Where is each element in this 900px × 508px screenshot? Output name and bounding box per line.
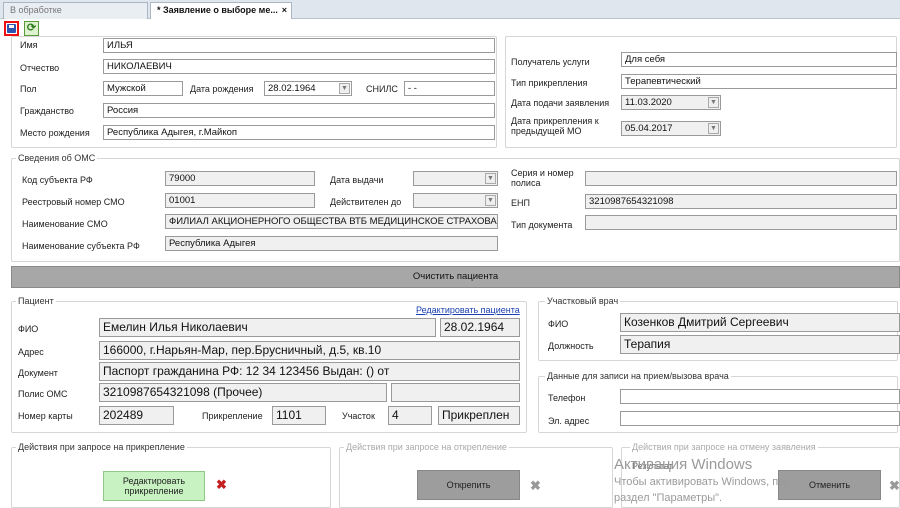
activation-watermark-line3: раздел "Параметры". <box>614 492 723 504</box>
delete-icon[interactable]: ✖ <box>216 477 227 493</box>
patronymic-label: Отчество <box>20 63 60 73</box>
email-field[interactable] <box>620 411 900 426</box>
recipient-label: Получатель услуги <box>511 57 590 67</box>
registry-label: Реестровый номер СМО <box>22 197 125 207</box>
sex-label: Пол <box>20 84 37 94</box>
attach-label: Прикрепление <box>202 411 263 421</box>
area-field[interactable]: 4 <box>388 406 432 425</box>
snils-label: СНИЛС <box>366 84 398 94</box>
patient-fio-label: ФИО <box>18 324 39 334</box>
refresh-icon[interactable]: ⟳ <box>24 21 39 36</box>
edit-attach-label: Редактировать прикрепление <box>122 476 186 496</box>
enp-label: ЕНП <box>511 198 530 208</box>
valid-until-label: Действителен до <box>330 197 402 207</box>
oms-legend: Сведения об ОМС <box>16 153 98 163</box>
address-label: Адрес <box>18 347 44 357</box>
phone-label: Телефон <box>548 393 586 403</box>
calendar-dropdown-icon[interactable]: ▼ <box>708 123 719 134</box>
subject-code-field[interactable]: 79000 <box>165 171 315 186</box>
calendar-dropdown-icon[interactable]: ▼ <box>708 97 719 108</box>
tab-application-label: * Заявление о выборе ме... <box>157 5 278 15</box>
address-field[interactable]: 166000, г.Нарьян-Мар, пер.Брусничный, д.… <box>99 341 520 360</box>
registry-field[interactable]: 01001 <box>165 193 315 208</box>
subject-name-label: Наименование субъекта РФ <box>22 241 140 251</box>
appointment-legend: Данные для записи на прием/вызова врача <box>545 371 731 381</box>
patronymic-field[interactable]: НИКОЛАЕВИЧ <box>103 59 495 74</box>
doctor-fio-field[interactable]: Козенков Дмитрий Сергеевич <box>620 313 900 332</box>
delete-icon[interactable]: ✖ <box>530 478 541 494</box>
sex-select[interactable]: Мужской <box>103 81 183 96</box>
close-icon[interactable]: × <box>282 3 287 18</box>
apply-date-label: Дата подачи заявления <box>511 98 610 108</box>
doc-type-label: Тип документа <box>511 220 573 230</box>
patient-fio-field[interactable]: Емелин Илья Николаевич <box>99 318 436 337</box>
issue-date-label: Дата выдачи <box>330 175 384 185</box>
attach-type-field[interactable]: Терапевтический <box>621 74 897 89</box>
smo-name-label: Наименование СМО <box>22 219 108 229</box>
attach-type-label: Тип прикрепления <box>511 78 588 88</box>
citizenship-label: Гражданство <box>20 106 74 116</box>
prev-mo-date-field[interactable]: 05.04.2017 <box>621 121 721 136</box>
policy-series-label: Серия и номер полиса <box>511 168 574 188</box>
prev-mo-label: Дата прикрепления к предыдущей МО <box>511 116 599 136</box>
citizenship-field[interactable]: Россия <box>103 103 495 118</box>
name-label: Имя <box>20 40 38 50</box>
cancel-application-button[interactable]: Отменить <box>778 470 881 500</box>
activation-watermark-title: Активация Windows <box>614 456 753 473</box>
birthplace-label: Место рождения <box>20 128 90 138</box>
attach-status-field[interactable]: Прикреплен <box>438 406 520 425</box>
phone-field[interactable] <box>620 389 900 404</box>
enp-field[interactable]: 3210987654321098 <box>585 194 897 209</box>
snils-field[interactable]: - - <box>404 81 495 96</box>
subject-name-field[interactable]: Республика Адыгея <box>165 236 498 251</box>
activation-watermark-line2: Чтобы активировать Windows, перейдите в <box>614 476 790 488</box>
attach-field[interactable]: 1101 <box>272 406 326 425</box>
doctor-position-field[interactable]: Терапия <box>620 335 900 354</box>
card-field[interactable]: 202489 <box>99 406 174 425</box>
cancel-actions-legend: Действия при запросе на отмену заявления <box>630 442 818 452</box>
doctor-legend: Участковый врач <box>545 296 621 306</box>
edit-attach-button[interactable]: Редактировать прикрепление <box>103 471 205 501</box>
detach-actions-legend: Действия при запросе на открепление <box>344 442 509 452</box>
document-field[interactable]: Паспорт гражданина РФ: 12 34 123456 Выда… <box>99 362 520 381</box>
policy-field[interactable]: 3210987654321098 (Прочее) <box>99 383 387 402</box>
policy-series-field[interactable] <box>585 171 897 186</box>
attach-actions-legend: Действия при запросе на прикрепление <box>16 442 187 452</box>
recipient-field[interactable]: Для себя <box>621 52 897 67</box>
doctor-fio-label: ФИО <box>548 319 569 329</box>
name-field[interactable]: ИЛЬЯ <box>103 38 495 53</box>
save-icon[interactable] <box>4 21 19 36</box>
document-label: Документ <box>18 368 58 378</box>
policy-extra-field[interactable] <box>391 383 520 402</box>
tab-application[interactable]: * Заявление о выборе ме... × <box>150 2 292 19</box>
area-label: Участок <box>342 411 375 421</box>
edit-patient-link[interactable]: Редактировать пациента <box>416 305 520 315</box>
doc-type-field[interactable] <box>585 215 897 230</box>
policy-label: Полис ОМС <box>18 389 68 399</box>
subject-code-label: Код субъекта РФ <box>22 175 93 185</box>
email-label: Эл. адрес <box>548 416 590 426</box>
apply-date-field[interactable]: 11.03.2020 <box>621 95 721 110</box>
calendar-dropdown-icon[interactable]: ▼ <box>339 83 350 94</box>
calendar-dropdown-icon[interactable]: ▼ <box>485 173 496 184</box>
birthplace-field[interactable]: Республика Адыгея, г.Майкоп <box>103 125 495 140</box>
patient-birth-date-field[interactable]: 28.02.1964 <box>440 318 520 337</box>
tab-in-processing[interactable]: В обработке <box>3 2 148 19</box>
delete-icon[interactable]: ✖ <box>889 478 900 494</box>
patient-legend: Пациент <box>16 296 56 306</box>
doctor-position-label: Должность <box>548 341 594 351</box>
calendar-dropdown-icon[interactable]: ▼ <box>485 195 496 206</box>
birth-date-label: Дата рождения <box>190 84 254 94</box>
smo-name-field[interactable]: ФИЛИАЛ АКЦИОНЕРНОГО ОБЩЕСТВА ВТБ МЕДИЦИН… <box>165 214 498 229</box>
card-label: Номер карты <box>18 411 73 421</box>
clear-patient-button[interactable]: Очистить пациента <box>11 266 900 288</box>
detach-button[interactable]: Открепить <box>417 470 520 500</box>
